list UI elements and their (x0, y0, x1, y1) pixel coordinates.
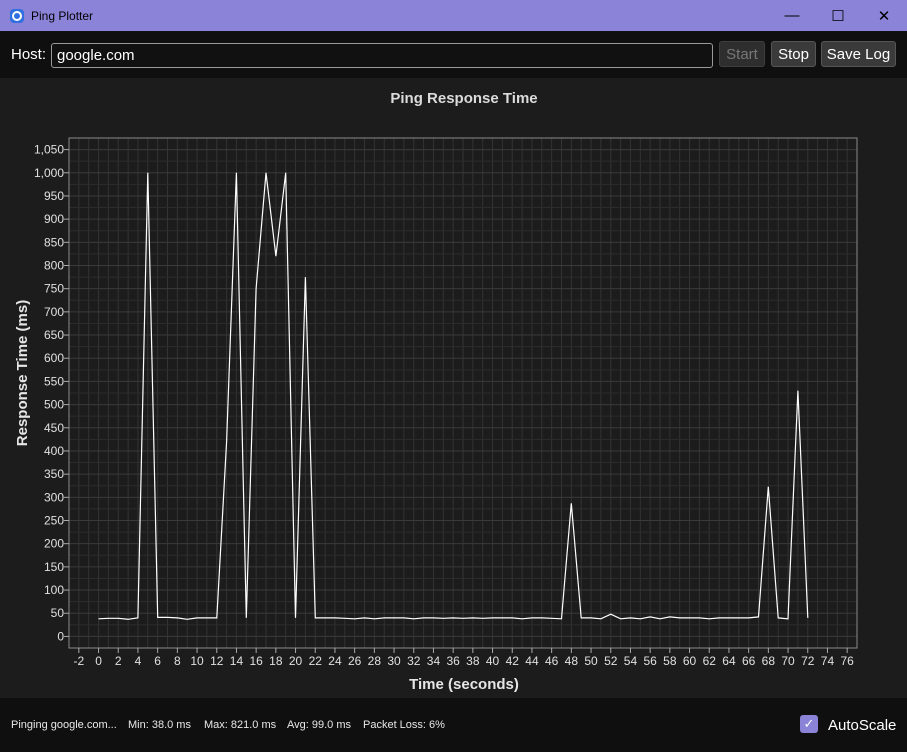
x-tick-label: 46 (545, 654, 559, 668)
x-tick-label: 44 (525, 654, 539, 668)
x-tick-label: 30 (387, 654, 401, 668)
x-tick-label: 22 (309, 654, 323, 668)
x-tick-label: 34 (427, 654, 441, 668)
x-tick-label: 76 (840, 654, 854, 668)
x-tick-label: 0 (95, 654, 102, 668)
y-tick-label: 350 (44, 467, 64, 481)
y-tick-label: 50 (51, 606, 65, 620)
x-tick-label: 10 (190, 654, 204, 668)
x-tick-label: 66 (742, 654, 756, 668)
y-tick-label: 850 (44, 235, 64, 249)
y-tick-label: 750 (44, 282, 64, 296)
y-tick-label: 650 (44, 328, 64, 342)
y-tick-label: 450 (44, 421, 64, 435)
status-packet-loss: Packet Loss: 6% (363, 719, 445, 731)
stop-button[interactable]: Stop (771, 41, 816, 67)
x-tick-label: 14 (230, 654, 244, 668)
y-tick-label: 150 (44, 560, 64, 574)
autoscale-checkbox[interactable]: ✓ (800, 715, 818, 733)
x-tick-label: 72 (801, 654, 815, 668)
x-tick-label: 36 (446, 654, 460, 668)
x-tick-label: 4 (135, 654, 142, 668)
x-tick-label: 26 (348, 654, 362, 668)
y-tick-label: 500 (44, 398, 64, 412)
x-tick-label: 54 (624, 654, 638, 668)
y-tick-label: 600 (44, 351, 64, 365)
y-tick-label: 400 (44, 444, 64, 458)
y-tick-label: 950 (44, 189, 64, 203)
y-tick-label: 1,000 (34, 166, 64, 180)
status-max: Max: 821.0 ms (204, 719, 277, 731)
x-tick-label: 32 (407, 654, 421, 668)
status-bar: Pinging google.com... Min: 38.0 ms Max: … (0, 698, 907, 752)
x-tick-label: 60 (683, 654, 697, 668)
x-tick-label: 52 (604, 654, 618, 668)
x-axis-label: Time (seconds) (409, 676, 519, 693)
y-tick-label: 700 (44, 305, 64, 319)
x-tick-label: 2 (115, 654, 122, 668)
x-tick-label: 20 (289, 654, 303, 668)
y-tick-label: 900 (44, 212, 64, 226)
close-button[interactable]: ✕ (861, 0, 907, 31)
window-title: Ping Plotter (31, 8, 94, 23)
autoscale-label[interactable]: AutoScale (828, 717, 896, 734)
x-tick-label: 24 (328, 654, 342, 668)
x-tick-label: -2 (74, 654, 85, 668)
x-tick-label: 40 (486, 654, 500, 668)
chart-panel: Ping Response Time -2 0 2 4 6 8 10 12 14 16 18 20 22… (0, 78, 907, 698)
x-tick-label: 28 (368, 654, 382, 668)
x-tick-label: 12 (210, 654, 224, 668)
ping-chart: -2 0 2 4 6 8 10 12 14 16 18 20 22 24 26 28 30 32 34 36 38 40 4… (14, 137, 858, 693)
y-tick-label: 200 (44, 537, 64, 551)
x-tick-label: 38 (466, 654, 480, 668)
y-tick-label: 800 (44, 259, 64, 273)
toolbar: Host: Start Stop Save Log (0, 31, 907, 78)
y-tick-label: 250 (44, 514, 64, 528)
x-tick-label: 50 (584, 654, 598, 668)
status-min: Min: 38.0 ms (128, 719, 191, 731)
minimize-button[interactable]: — (769, 0, 815, 31)
title-bar: Ping Plotter — ☐ ✕ (0, 0, 907, 31)
x-tick-label: 16 (249, 654, 263, 668)
y-tick-label: 1,050 (34, 143, 64, 157)
start-button[interactable]: Start (719, 41, 765, 67)
x-tick-label: 56 (643, 654, 657, 668)
x-tick-label: 48 (565, 654, 579, 668)
status-avg: Avg: 99.0 ms (287, 719, 351, 731)
y-tick-label: 0 (57, 629, 64, 643)
x-tick-label: 70 (781, 654, 795, 668)
y-axis-label: Response Time (ms) (14, 300, 31, 446)
y-tick-label: 550 (44, 374, 64, 388)
status-state: Pinging google.com... (11, 719, 117, 731)
x-tick-label: 6 (154, 654, 161, 668)
save-log-button[interactable]: Save Log (821, 41, 896, 67)
x-tick-label: 68 (762, 654, 776, 668)
maximize-button[interactable]: ☐ (815, 0, 861, 31)
y-tick-label: 100 (44, 583, 64, 597)
host-label: Host: (11, 46, 47, 63)
app-icon (10, 8, 24, 23)
x-tick-label: 42 (506, 654, 520, 668)
x-tick-label: 62 (703, 654, 717, 668)
x-tick-label: 58 (663, 654, 677, 668)
x-tick-label: 64 (722, 654, 736, 668)
host-input[interactable] (51, 43, 713, 68)
x-tick-label: 74 (821, 654, 835, 668)
x-tick-label: 18 (269, 654, 283, 668)
x-tick-label: 8 (174, 654, 181, 668)
y-tick-label: 300 (44, 490, 64, 504)
